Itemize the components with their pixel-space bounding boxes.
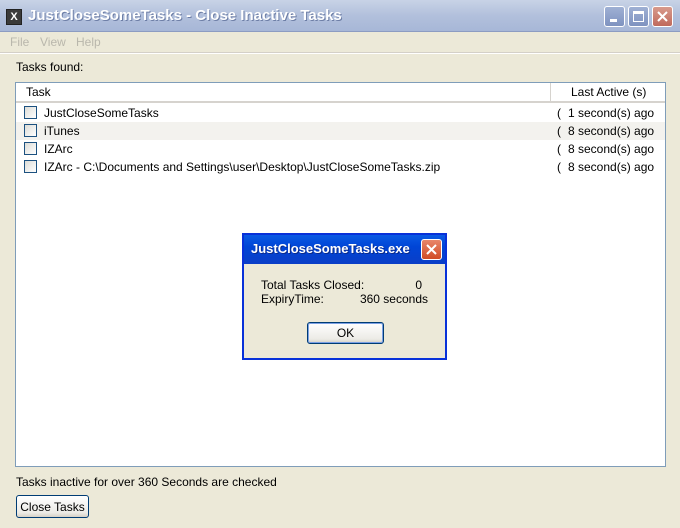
- title-bar[interactable]: X JustCloseSomeTasks - Close Inactive Ta…: [0, 0, 680, 32]
- table-row[interactable]: IZArc ( 8 second(s) ago: [16, 140, 665, 158]
- column-task-label: Task: [26, 85, 51, 99]
- dialog-close-button[interactable]: [421, 239, 442, 260]
- row-last-active: 8 second(s) ago: [568, 142, 655, 156]
- row-truncated-cell: (: [557, 142, 561, 156]
- row-checkbox[interactable]: [24, 160, 37, 173]
- tasks-found-label: Tasks found:: [16, 60, 84, 74]
- row-truncated-cell: (: [557, 106, 561, 120]
- close-tasks-button[interactable]: Close Tasks: [16, 495, 89, 518]
- table-row[interactable]: iTunes ( 8 second(s) ago: [16, 122, 665, 140]
- close-window-button[interactable]: [652, 6, 673, 27]
- row-last-active: 8 second(s) ago: [568, 124, 655, 138]
- menu-divider: [0, 52, 680, 54]
- column-header-task[interactable]: Task: [16, 83, 551, 101]
- dialog-title: JustCloseSomeTasks.exe: [251, 241, 410, 256]
- minimize-icon: [610, 19, 617, 22]
- row-task-name: IZArc: [44, 142, 73, 156]
- row-checkbox[interactable]: [24, 106, 37, 119]
- list-header: Task Last Active (s): [16, 83, 665, 103]
- menu-file[interactable]: File: [10, 35, 29, 49]
- row-last-active: 1 second(s) ago: [568, 106, 655, 120]
- window-title: JustCloseSomeTasks - Close Inactive Task…: [28, 7, 342, 24]
- status-text: Tasks inactive for over 360 Seconds are …: [16, 475, 277, 489]
- minimize-button[interactable]: [604, 6, 625, 27]
- table-row[interactable]: JustCloseSomeTasks ( 1 second(s) ago: [16, 104, 665, 122]
- column-last-active-label: Last Active (s): [571, 85, 647, 99]
- menu-view[interactable]: View: [40, 35, 66, 49]
- total-tasks-closed-value: 0: [415, 278, 422, 292]
- row-truncated-cell: (: [557, 160, 561, 174]
- row-truncated-cell: (: [557, 124, 561, 138]
- row-task-name: JustCloseSomeTasks: [44, 106, 159, 120]
- summary-dialog: JustCloseSomeTasks.exe Total Tasks Close…: [242, 233, 447, 360]
- dialog-title-bar[interactable]: JustCloseSomeTasks.exe: [244, 235, 445, 264]
- expiry-time-value: 360 seconds: [359, 292, 428, 306]
- row-last-active: 8 second(s) ago: [568, 160, 655, 174]
- row-checkbox[interactable]: [24, 142, 37, 155]
- menu-bar: File View Help: [0, 32, 680, 52]
- close-icon: [426, 244, 437, 255]
- app-icon[interactable]: X: [6, 9, 22, 25]
- ok-button[interactable]: OK: [307, 322, 384, 344]
- close-icon: [657, 11, 668, 22]
- table-row[interactable]: IZArc - C:\Documents and Settings\user\D…: [16, 158, 665, 176]
- column-header-last-active[interactable]: Last Active (s): [551, 83, 665, 101]
- menu-help[interactable]: Help: [76, 35, 101, 49]
- row-task-name: iTunes: [44, 124, 80, 138]
- maximize-button[interactable]: [628, 6, 649, 27]
- row-checkbox[interactable]: [24, 124, 37, 137]
- maximize-icon: [633, 11, 644, 22]
- expiry-time-label: ExpiryTime:: [261, 292, 324, 306]
- row-task-name: IZArc - C:\Documents and Settings\user\D…: [44, 160, 441, 174]
